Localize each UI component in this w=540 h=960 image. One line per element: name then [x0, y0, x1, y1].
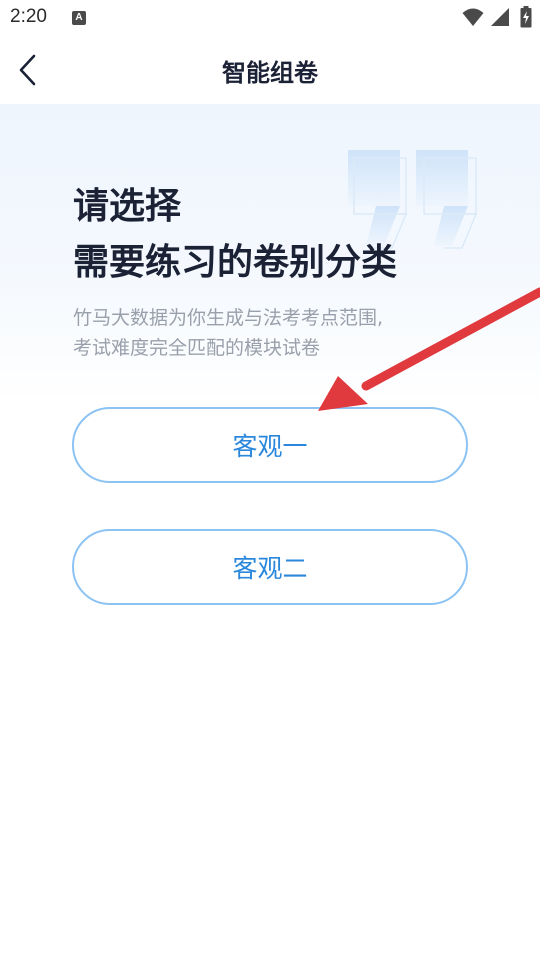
option-label: 客观一	[232, 432, 308, 461]
option-label: 客观二	[232, 554, 308, 583]
page-title: 智能组卷	[222, 59, 318, 87]
battery-charging-icon	[520, 6, 532, 28]
option-objective-2-button[interactable]: 客观二	[72, 529, 468, 605]
wifi-icon	[462, 8, 484, 26]
heading-line-1: 请选择	[73, 186, 182, 227]
option-objective-1-button[interactable]: 客观一	[72, 407, 468, 483]
subtitle-line-1: 竹马大数据为你生成与法考考点范围,	[73, 307, 384, 329]
nav-bar: 智能组卷	[0, 36, 540, 104]
quote-mark-icon	[348, 150, 478, 249]
heading-line-2: 需要练习的卷别分类	[73, 242, 398, 283]
signal-icon	[491, 8, 509, 26]
status-time: 2:20	[10, 6, 47, 27]
a-icon: A	[72, 11, 86, 25]
subtitle-line-2: 考试难度完全匹配的模块试卷	[73, 337, 321, 359]
status-bar: 2:20 A	[0, 0, 540, 36]
